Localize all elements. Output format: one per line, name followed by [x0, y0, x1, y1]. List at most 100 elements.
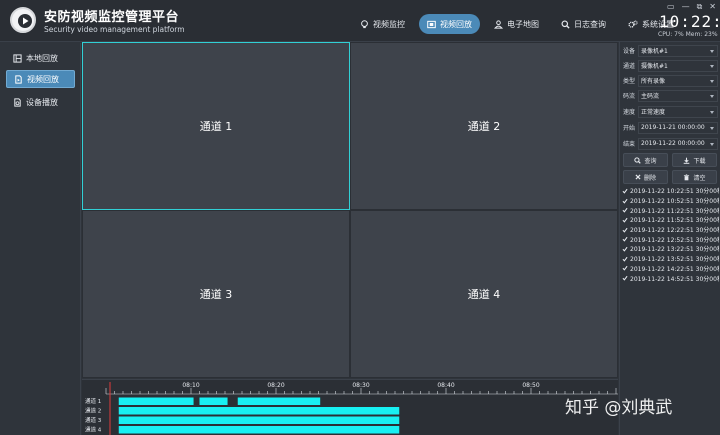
playback-timeline[interactable]: 08:10 08:20 08:30 08:40 08:50 通道 1 通道 2 通道 3 通道 … — [82, 379, 618, 435]
timeline-canvas[interactable]: 08:10 08:20 08:30 08:40 08:50 通道 1 通道 2通道 3 通道 … — [82, 380, 618, 435]
sidebar-item-label: 视频回放 — [27, 74, 59, 84]
nav-label: 视频回放 — [440, 19, 472, 29]
start-value: 2019-11-21 00:00:00 — [641, 124, 705, 131]
local-file-icon — [13, 53, 22, 63]
clear-button[interactable]: 清空 — [672, 170, 717, 184]
clock-display: 10:22:53 — [659, 12, 720, 31]
sidebar-item-video-playback[interactable]: 视频回放 — [6, 70, 75, 88]
recording-item[interactable]: 2019-11-22 12:22:51 30分00秒 — [622, 225, 719, 235]
channel-label: 通道 — [623, 63, 636, 70]
timeline-recording-segment[interactable] — [118, 407, 400, 415]
video-channel-2[interactable]: 通道 2 — [350, 42, 618, 210]
speed-value: 正常速度 — [641, 109, 666, 116]
check-icon — [622, 198, 628, 204]
timeline-row-label: 通道 4 — [85, 426, 102, 434]
check-icon — [622, 246, 628, 252]
clear-label: 清空 — [693, 174, 706, 182]
query-label: 查询 — [644, 157, 657, 165]
recording-item[interactable]: 2019-11-22 11:52:51 30分00秒 — [622, 215, 719, 225]
timeline-tick-label: 08:40 — [437, 382, 454, 389]
recording-item[interactable]: 2019-11-22 11:22:51 30分00秒 — [622, 205, 719, 215]
device-select[interactable]: 录像机#1 — [638, 44, 718, 57]
channel-label: 通道 3 — [199, 288, 233, 301]
nav-log-query[interactable]: 日志查询 — [553, 14, 614, 34]
recording-item[interactable]: 2019-11-22 13:22:51 30分00秒 — [622, 244, 719, 254]
delete-button[interactable]: 删除 — [623, 170, 668, 184]
speed-row: 速度 正常速度 — [623, 105, 718, 118]
nav-electronic-map[interactable]: 电子地图 — [486, 14, 547, 34]
type-label: 类型 — [623, 78, 636, 85]
recording-item[interactable]: 2019-11-22 14:22:51 30分00秒 — [622, 264, 719, 274]
chevron-down-icon — [710, 94, 714, 98]
recording-list: 2019-11-22 10:22:51 30分00秒 2019-11-22 10:… — [622, 186, 719, 283]
recording-label: 2019-11-22 13:52:51 30分00秒 — [630, 256, 719, 264]
sidebar-item-local-playback[interactable]: 本地回放 — [6, 49, 75, 67]
timeline-recording-segment[interactable] — [237, 397, 321, 406]
timeline-recording-segment[interactable] — [118, 416, 400, 425]
trash-icon — [684, 173, 690, 180]
stream-row: 码流 主码流 — [623, 89, 718, 102]
device-row: 设备 录像机#1 — [623, 44, 718, 57]
end-datetime-input[interactable]: 2019-11-22 00:00:00 — [638, 137, 718, 150]
channel-label: 通道 4 — [467, 288, 501, 301]
restore-button[interactable]: ⧉ — [697, 2, 703, 12]
chevron-down-icon — [710, 126, 714, 130]
recording-label: 2019-11-22 10:22:51 30分00秒 — [630, 188, 719, 196]
delete-label: 删除 — [643, 174, 656, 182]
system-usage: CPU: 7% Mem: 23% — [658, 31, 718, 38]
start-row: 开始 2019-11-21 00:00:00 — [623, 121, 718, 134]
download-label: 下载 — [693, 157, 706, 165]
recording-label: 2019-11-22 11:52:51 30分00秒 — [630, 217, 719, 225]
timeline-tick-label: 08:10 — [182, 382, 199, 389]
stream-value: 主码流 — [641, 93, 660, 100]
window-mode-button[interactable]: ▭ — [667, 2, 675, 12]
watermark-text: 知乎 @刘典武 — [565, 398, 673, 418]
download-button[interactable]: 下载 — [672, 153, 717, 167]
check-icon — [622, 237, 628, 242]
check-icon — [622, 275, 628, 281]
video-file-icon — [15, 74, 22, 84]
header-bar: 安防视频监控管理平台 Security video management pla… — [0, 0, 720, 42]
close-button[interactable]: ✕ — [709, 2, 716, 12]
video-channel-4[interactable]: 通道 4 — [350, 210, 618, 378]
channel-select[interactable]: 摄像机#1 — [638, 59, 718, 72]
timeline-recording-segment[interactable] — [199, 397, 228, 406]
end-row: 结束 2019-11-22 00:00:00 — [623, 137, 718, 150]
timeline-recording-segment[interactable] — [118, 426, 400, 434]
recording-item[interactable]: 2019-11-22 13:52:51 30分00秒 — [622, 254, 719, 264]
timeline-recording-segment[interactable] — [118, 397, 194, 406]
search-icon — [561, 19, 570, 29]
video-channel-1[interactable]: 通道 1 — [82, 42, 350, 210]
timeline-row-label: 通道 1 — [85, 397, 101, 405]
query-button[interactable]: 查询 — [623, 153, 668, 167]
recording-item[interactable]: 2019-11-22 12:52:51 30分00秒 — [622, 234, 719, 244]
recording-label: 2019-11-22 14:52:51 30分00秒 — [630, 275, 719, 283]
type-select[interactable]: 所有录像 — [638, 74, 718, 87]
video-channel-3[interactable]: 通道 3 — [82, 210, 350, 378]
speed-select[interactable]: 正常速度 — [638, 105, 718, 118]
stream-select[interactable]: 主码流 — [638, 89, 718, 102]
start-datetime-input[interactable]: 2019-11-21 00:00:00 — [638, 121, 718, 134]
chevron-down-icon — [710, 110, 714, 114]
download-icon — [684, 157, 690, 164]
recording-label: 2019-11-22 10:52:51 30分00秒 — [630, 198, 719, 206]
nav-label: 电子地图 — [507, 19, 539, 29]
minimize-button[interactable]: — — [682, 2, 690, 12]
recording-item[interactable]: 2019-11-22 10:22:51 30分00秒 — [622, 186, 719, 196]
search-icon — [634, 156, 642, 164]
video-grid: 通道 1 通道 2 通道 3 通道 4 — [82, 42, 618, 378]
sidebar-item-device-play[interactable]: 设备播放 — [6, 93, 75, 111]
nav-video-playback[interactable]: 视频回放 — [419, 14, 480, 34]
nav-video-monitor[interactable]: 视频监控 — [352, 14, 413, 34]
type-value: 所有录像 — [641, 78, 666, 85]
recording-label: 2019-11-22 13:22:51 30分00秒 — [630, 246, 719, 254]
main-nav: 视频监控 视频回放 电子地图 日志查询 系统设置 — [352, 14, 682, 34]
end-value: 2019-11-22 00:00:00 — [641, 140, 705, 147]
recording-item[interactable]: 2019-11-22 14:52:51 30分00秒 — [622, 273, 719, 283]
channel-label: 通道 1 — [199, 120, 233, 133]
start-label: 开始 — [623, 125, 636, 132]
query-panel: 设备 录像机#1 通道 摄像机#1 类型 所有录像 码流 主码流 速度 正常速度 — [619, 42, 720, 435]
recording-item[interactable]: 2019-11-22 10:52:51 30分00秒 — [622, 196, 719, 206]
channel-row: 通道 摄像机#1 — [623, 59, 718, 72]
recording-label: 2019-11-22 12:52:51 30分00秒 — [630, 236, 719, 244]
